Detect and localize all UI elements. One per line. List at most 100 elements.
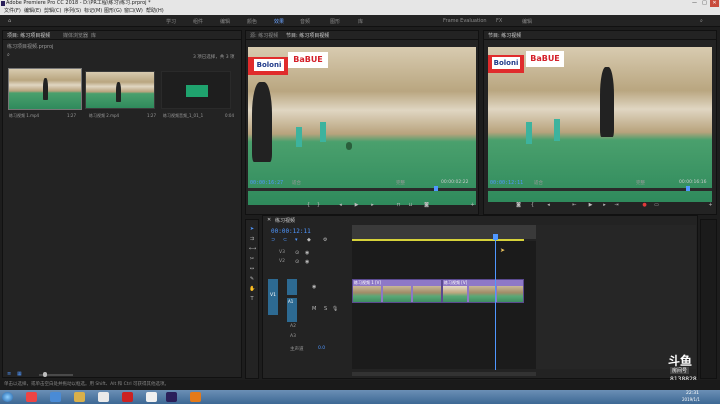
tab-program-monitor[interactable]: 节目: 练习视频 xyxy=(488,32,521,39)
icon-view-icon[interactable]: ▦ xyxy=(17,371,22,377)
mark-in-icon[interactable]: { xyxy=(306,203,311,208)
clip-thumbnail[interactable] xyxy=(8,68,82,110)
play-icon[interactable]: ▶ xyxy=(354,203,359,208)
video-clip[interactable]: 练习视频 1 [V] xyxy=(352,279,442,303)
timeline-scrollbar[interactable] xyxy=(352,372,536,376)
program-timecode[interactable]: 00:00:12:11 xyxy=(490,180,523,186)
workspace-tab[interactable]: 编辑 xyxy=(220,18,230,25)
workspace-tab[interactable]: 学习 xyxy=(166,18,176,25)
video-clip[interactable]: 练习视频 [V] xyxy=(442,279,524,303)
close-button[interactable]: ✕ xyxy=(710,0,719,7)
menu-file[interactable]: 文件(F) xyxy=(4,7,21,15)
tab-project[interactable]: 项目: 练习项目视频 xyxy=(7,32,50,39)
maximize-button[interactable]: □ xyxy=(700,0,709,7)
step-back-icon[interactable]: ◂ xyxy=(546,203,551,208)
add-marker-icon[interactable]: ▾ xyxy=(295,237,298,243)
record-icon[interactable]: ● xyxy=(642,203,647,208)
workspace-tab[interactable]: 颜色 xyxy=(247,18,257,25)
douyu-icon[interactable] xyxy=(146,392,157,402)
razor-icon[interactable]: ✂ xyxy=(249,256,255,262)
add-button-icon[interactable]: + xyxy=(470,203,475,208)
ripple-edit-icon[interactable]: ⟷ xyxy=(249,246,256,252)
workspace-tab[interactable]: 音频 xyxy=(300,18,310,25)
workspace-tab[interactable]: 库 xyxy=(358,18,363,25)
track-label[interactable]: V2 xyxy=(279,259,285,264)
workspace-tab-active[interactable]: 效果 xyxy=(274,18,284,25)
tab-media-browser[interactable]: 媒体浏览器 xyxy=(63,32,88,39)
track-label[interactable]: A3 xyxy=(290,334,296,339)
menu-clip[interactable]: 剪辑(C) xyxy=(44,7,61,15)
menu-window[interactable]: 窗口(W) xyxy=(124,7,143,15)
source-quality[interactable]: 完整 xyxy=(396,180,405,186)
source-timecode[interactable]: 00:00:16:27 xyxy=(250,180,283,186)
go-to-out-icon[interactable]: ⇥ xyxy=(614,203,619,208)
go-to-in-icon[interactable]: ⇤ xyxy=(572,203,577,208)
mark-out-icon[interactable]: } xyxy=(316,203,321,208)
a1-target[interactable]: A1 xyxy=(287,298,297,322)
safe-margins-icon[interactable]: ▭ xyxy=(654,203,659,208)
browser-icon[interactable] xyxy=(26,392,37,402)
timeline-close-icon[interactable]: ✕ xyxy=(267,217,271,223)
track-label[interactable]: V3 xyxy=(279,250,285,255)
explorer-icon[interactable] xyxy=(50,392,61,402)
timeline-sequence-tab[interactable]: 练习视频 xyxy=(275,217,295,224)
wrench-icon[interactable]: ⚙ xyxy=(323,237,327,243)
type-icon[interactable]: T xyxy=(249,296,255,302)
camera-icon[interactable]: ◙ xyxy=(516,203,521,208)
source-fit[interactable]: 适合 xyxy=(292,180,301,186)
solo-icon[interactable]: S xyxy=(324,306,327,312)
eye-icon[interactable]: ◉ xyxy=(305,259,309,265)
track-label[interactable]: A2 xyxy=(290,324,296,329)
menu-sequence[interactable]: 序列(S) xyxy=(64,7,81,15)
clip-thumbnail[interactable] xyxy=(85,71,155,109)
minimize-button[interactable]: — xyxy=(690,0,699,7)
premiere-icon[interactable] xyxy=(166,392,177,402)
timeline-timecode[interactable]: 00:00:12:11 xyxy=(271,228,311,235)
step-back-icon[interactable]: ◂ xyxy=(338,203,343,208)
source-playhead[interactable] xyxy=(434,186,438,191)
tab-source[interactable]: 源: 练习视频 xyxy=(250,32,278,39)
eye-icon[interactable]: ◉ xyxy=(312,284,316,290)
lock-icon[interactable]: ⊙ xyxy=(295,259,299,265)
slip-icon[interactable]: ↔ xyxy=(249,266,255,272)
play-icon[interactable]: ▶ xyxy=(588,203,593,208)
step-forward-icon[interactable]: ▸ xyxy=(602,203,607,208)
media-icon[interactable] xyxy=(74,392,85,402)
chrome-icon[interactable] xyxy=(122,392,133,402)
camera-icon[interactable]: ◙ xyxy=(424,203,429,208)
marker-icon[interactable]: ◆ xyxy=(307,237,311,243)
menu-help[interactable]: 帮助(H) xyxy=(146,7,164,15)
menu-graphics[interactable]: 图形(G) xyxy=(104,7,122,15)
program-scrubber[interactable] xyxy=(488,188,712,191)
mic-icon[interactable]: 🎙 xyxy=(332,306,338,312)
menu-edit[interactable]: 编辑(E) xyxy=(24,7,41,15)
snap-icon[interactable]: ⊃ xyxy=(271,237,275,243)
workspace-tab[interactable]: 编辑 xyxy=(522,18,532,25)
start-orb-icon[interactable] xyxy=(2,392,13,402)
program-fit[interactable]: 适合 xyxy=(534,180,543,186)
clock-date[interactable]: 2019/1/1 xyxy=(682,396,700,403)
program-quality[interactable]: 完整 xyxy=(636,180,645,186)
lock-icon[interactable]: ⊙ xyxy=(295,250,299,256)
source-scrubber[interactable] xyxy=(248,188,476,191)
insert-icon[interactable]: ⊓ xyxy=(396,203,401,208)
zoom-slider-handle[interactable] xyxy=(43,372,47,377)
step-forward-icon[interactable]: ▸ xyxy=(370,203,375,208)
workspace-tab[interactable]: FX xyxy=(496,18,502,24)
track-select-icon[interactable]: ⇉ xyxy=(249,236,255,242)
workspace-tab[interactable]: 图形 xyxy=(330,18,340,25)
ie-icon[interactable] xyxy=(98,392,109,402)
list-view-icon[interactable]: ≡ xyxy=(7,371,11,377)
selection-tool-icon[interactable]: ➤ xyxy=(249,226,255,232)
linked-selection-icon[interactable]: ⊂ xyxy=(283,237,287,243)
add-button-icon[interactable]: + xyxy=(708,203,713,208)
tab-program[interactable]: 节目: 练习项目视频 xyxy=(286,32,329,39)
mute-icon[interactable]: M xyxy=(312,306,316,312)
magnifier-icon[interactable]: ⌕ xyxy=(7,52,10,58)
timeline-ruler[interactable] xyxy=(352,225,536,239)
home-icon[interactable]: ⌂ xyxy=(8,18,11,24)
audio-thumbnail[interactable] xyxy=(161,71,231,109)
search-icon[interactable]: ⌕ xyxy=(700,18,703,24)
tab-library[interactable]: 库 xyxy=(91,32,96,39)
workspace-tab[interactable]: Frame Evaluation xyxy=(443,18,487,24)
